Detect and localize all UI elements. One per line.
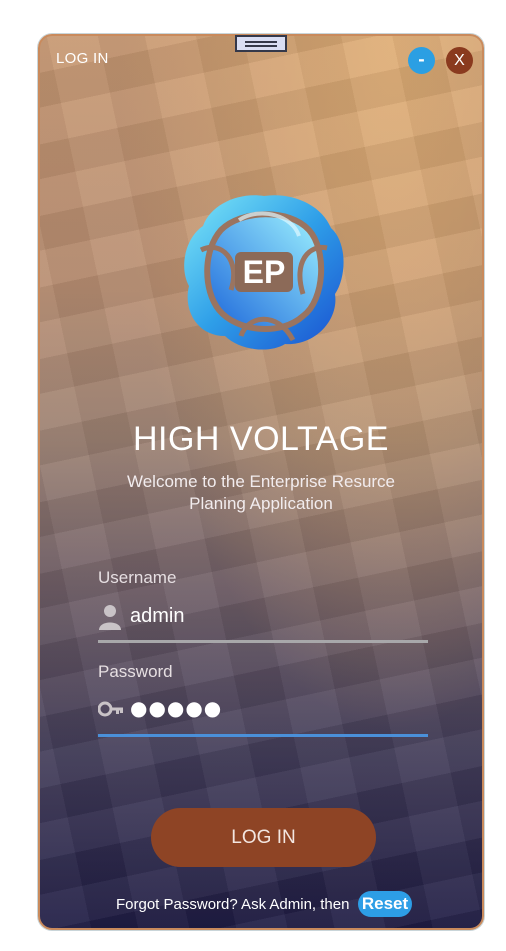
- welcome-line-1: Welcome to the Enterprise Resurce: [126, 472, 396, 491]
- username-field[interactable]: admin: [98, 596, 428, 643]
- password-input[interactable]: ●●●●●: [130, 696, 222, 720]
- close-button[interactable]: X: [446, 47, 473, 74]
- erp-flower-logo-icon: EP: [184, 195, 344, 350]
- forgot-password-text: Forgot Password? Ask Admin, then: [116, 896, 350, 913]
- app-title: HIGH VOLTAGE: [132, 420, 389, 458]
- key-icon: [98, 701, 123, 717]
- username-input[interactable]: admin: [130, 596, 420, 636]
- login-button[interactable]: LOG IN: [151, 808, 376, 867]
- logo-text: EP: [243, 254, 286, 290]
- welcome-line-2: Planing Application: [189, 494, 333, 513]
- username-label: Username: [98, 568, 177, 587]
- window-drag-handle[interactable]: [235, 35, 287, 52]
- window-title: LOG IN: [56, 50, 109, 67]
- login-window: LOG IN - X EP HIGH VOLTAGE Welcome to th…: [38, 34, 484, 930]
- welcome-message: Welcome to the Enterprise Resurce Planin…: [110, 471, 412, 515]
- password-field[interactable]: ●●●●●: [98, 690, 428, 737]
- password-label: Password: [98, 662, 173, 681]
- user-icon: [99, 605, 121, 630]
- minimize-button[interactable]: -: [408, 47, 435, 74]
- reset-button[interactable]: Reset: [358, 891, 412, 917]
